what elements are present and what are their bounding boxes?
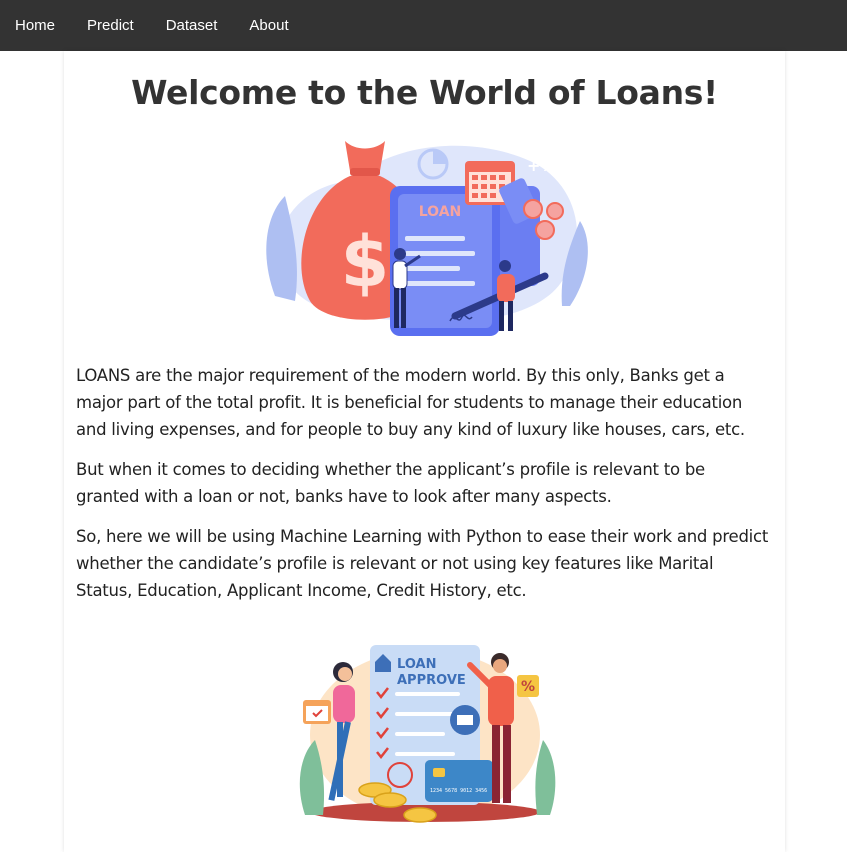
intro-paragraph-2: But when it comes to deciding whether th…: [76, 460, 705, 506]
main-content-container: Welcome to the World of Loans! $ LOAN +%…: [64, 51, 785, 852]
loan-hero-illustration: $ LOAN +%: [265, 141, 588, 336]
approve-title-line-2: APPROVE: [397, 673, 466, 688]
page-title: Welcome to the World of Loans!: [131, 73, 718, 112]
nav-home-link[interactable]: Home: [2, 0, 68, 51]
calendar-icon: [302, 700, 331, 724]
top-navbar: Home Predict Dataset About: [0, 0, 847, 51]
intro-paragraph-3: So, here we will be using Machine Learni…: [76, 527, 769, 600]
credit-card-icon: [424, 760, 493, 802]
intro-paragraph-1: LOANS are the major requirement of the m…: [76, 366, 745, 439]
card-number: 1234 5678 9012 3456: [430, 788, 487, 794]
nav-dataset-link[interactable]: Dataset: [153, 0, 231, 51]
intro-text: LOANS are the major requirement of the m…: [64, 362, 785, 604]
leaf-right: [534, 740, 555, 815]
loan-document-title: LOAN: [418, 204, 461, 220]
nav-predict-link[interactable]: Predict: [74, 0, 147, 51]
percent-badge-icon: %: [520, 679, 534, 695]
nav-about-link[interactable]: About: [236, 0, 301, 51]
loan-approve-illustration: LOAN APPROVE 1234 5678 9012 3456 %: [299, 645, 555, 823]
approve-title-line-1: LOAN: [397, 657, 436, 672]
dollar-sign-icon: $: [340, 221, 389, 303]
percent-badge-icon: +%: [527, 156, 556, 175]
